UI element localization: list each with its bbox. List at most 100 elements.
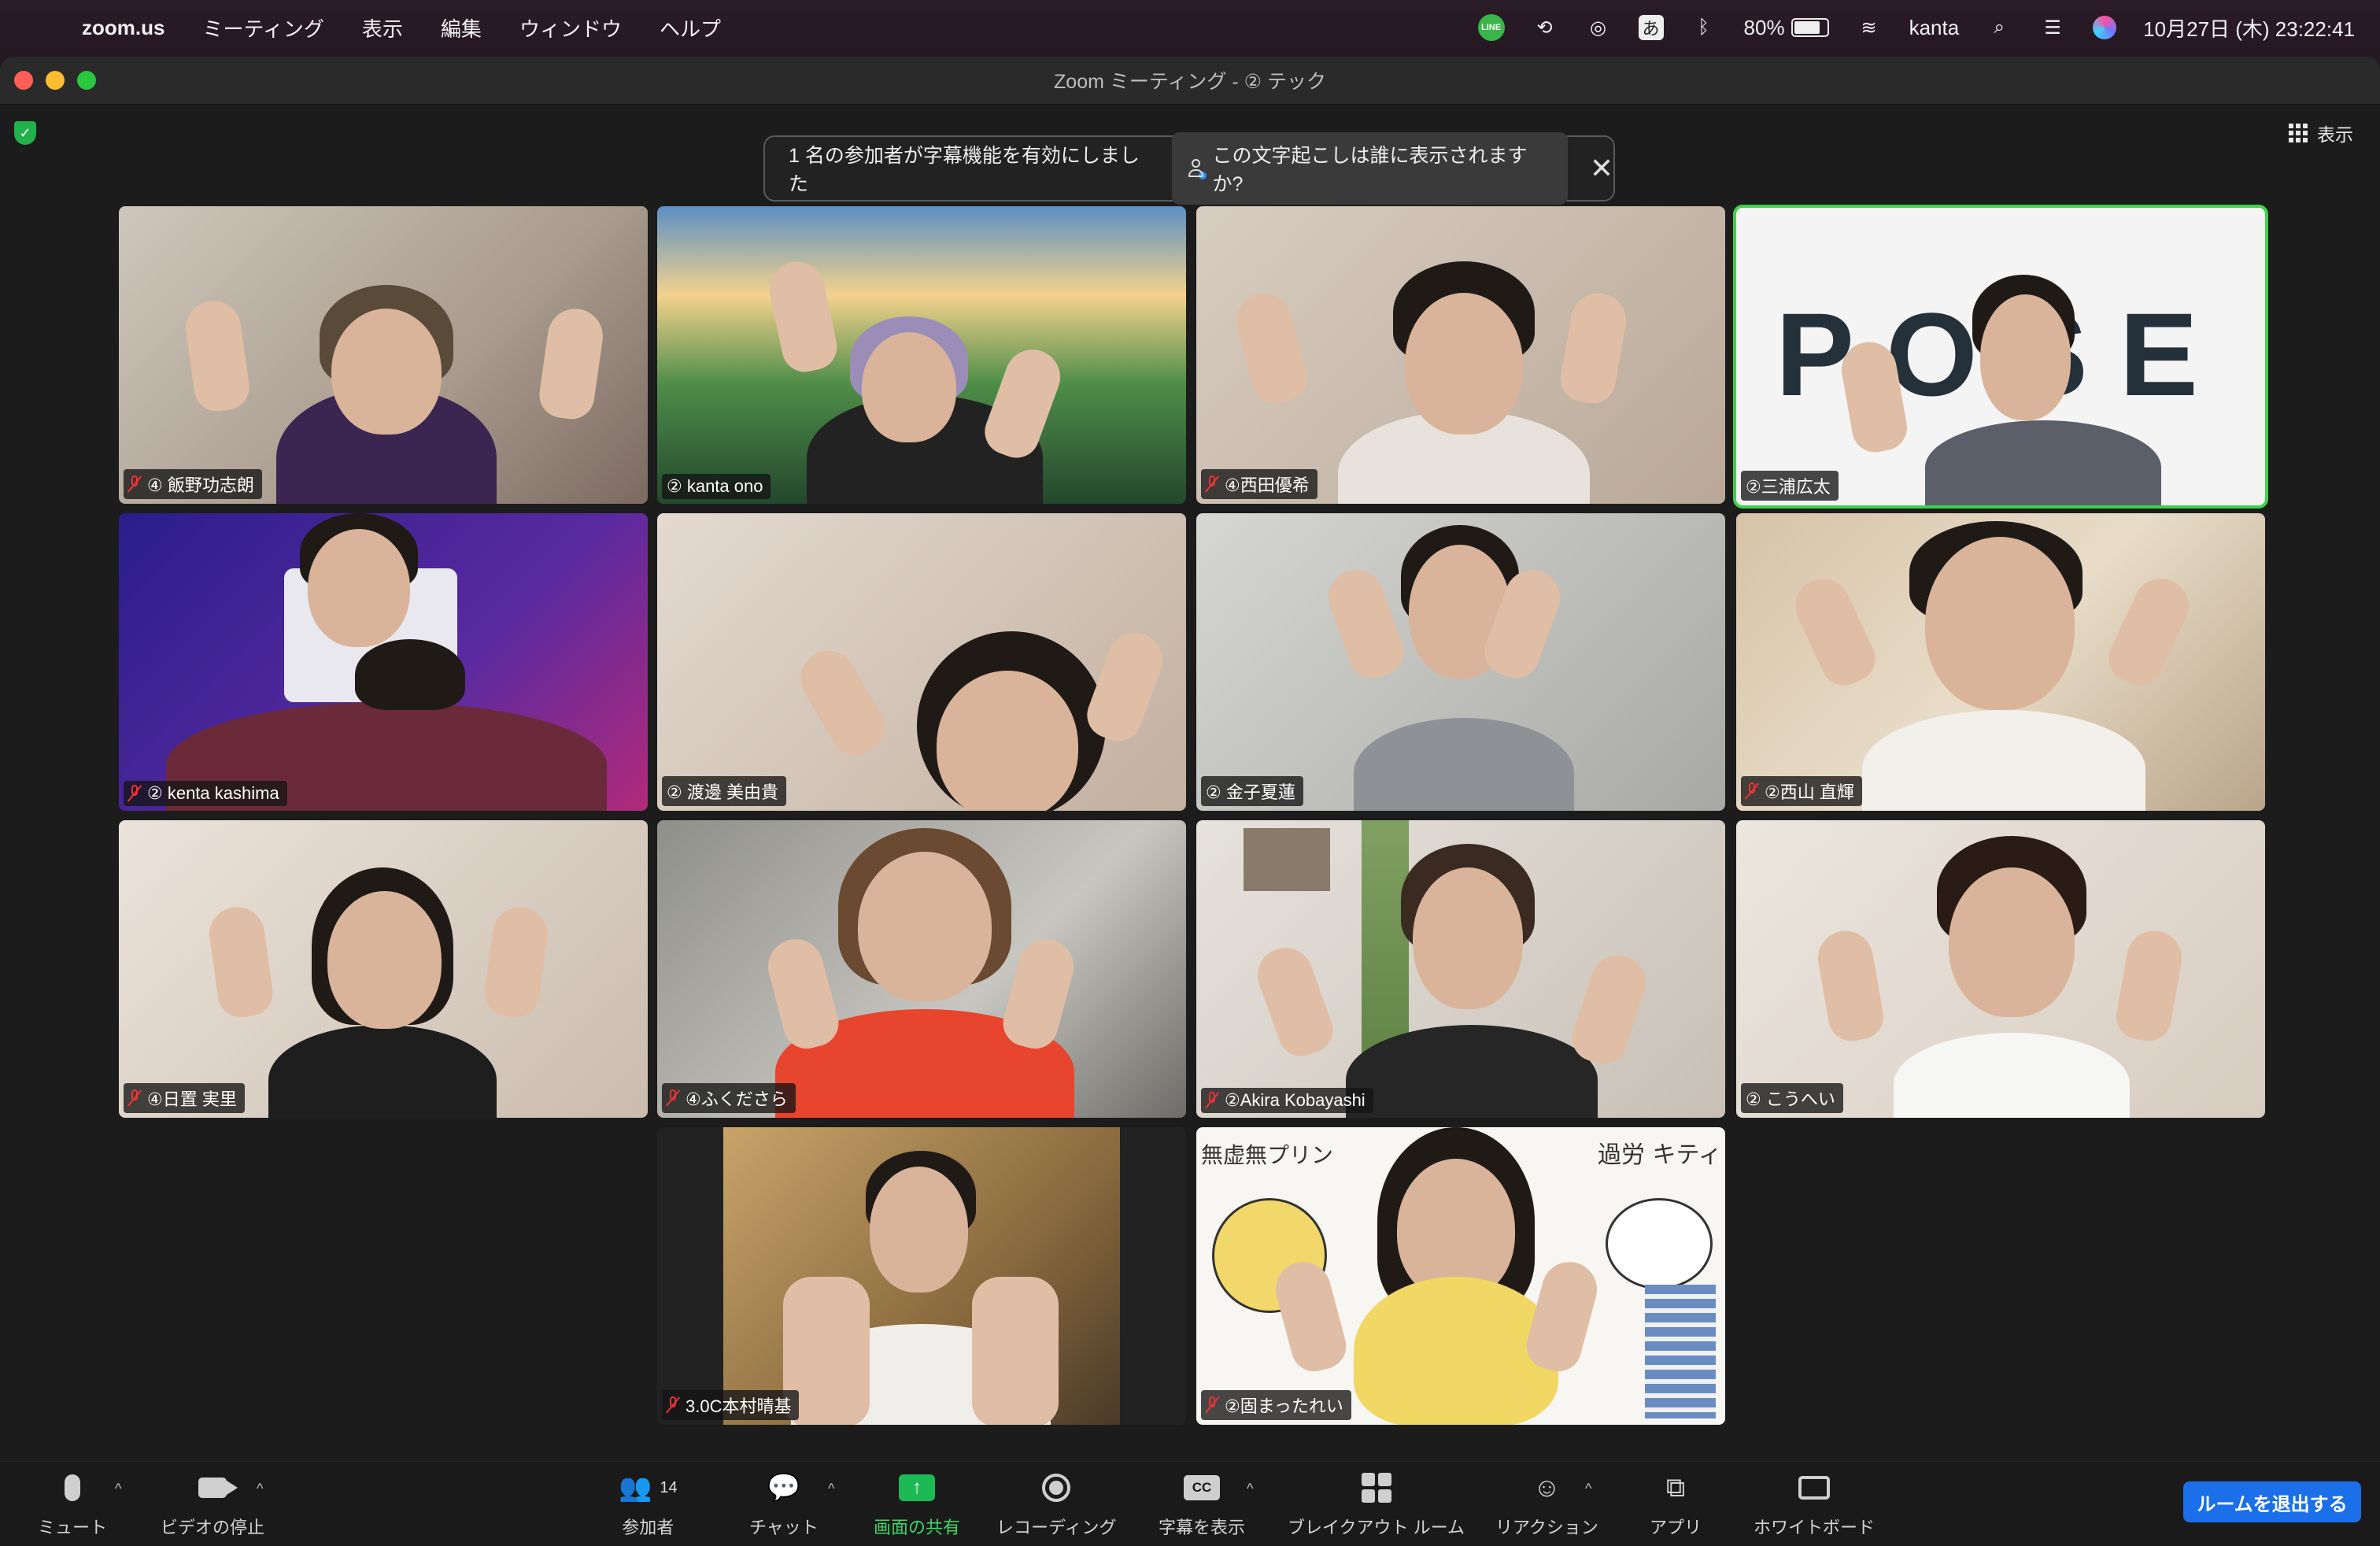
- share-screen-icon: ↑: [899, 1474, 935, 1501]
- record-label: レコーディング: [996, 1518, 1117, 1537]
- bluetooth-icon[interactable]: ᛒ: [1691, 14, 1717, 41]
- participant-name: ② こうへい: [1746, 1089, 1835, 1109]
- chat-button[interactable]: 💬 チャット: [749, 1470, 819, 1539]
- menu-edit[interactable]: 編集: [441, 13, 482, 43]
- menubar-clock[interactable]: 10月27日 (木) 23:22:41: [2143, 13, 2355, 43]
- mic-muted-icon: [667, 1089, 679, 1107]
- transcript-visibility-button[interactable]: この文字起こしは誰に表示されますか?: [1171, 132, 1568, 205]
- video-camera-icon: [198, 1478, 238, 1498]
- participant-name: ② kanta ono: [667, 476, 763, 496]
- close-window-icon[interactable]: [14, 71, 33, 90]
- video-tile-active-speaker[interactable]: POSE ②三浦広太: [1736, 208, 2265, 505]
- participant-name-tag: ④西田優希: [1201, 469, 1318, 499]
- doodle-text: 過労 キティ: [1598, 1141, 1722, 1169]
- breakout-rooms-label: ブレイクアウト ルーム: [1288, 1518, 1465, 1537]
- mic-muted-icon: [1206, 1396, 1218, 1414]
- participants-button[interactable]: 👥 14 参加者: [619, 1470, 678, 1539]
- leave-meeting-button[interactable]: ルームを退出する: [2183, 1481, 2361, 1522]
- menubar-user[interactable]: kanta: [1909, 16, 1960, 40]
- video-tile[interactable]: 無虚無プリン 過労 キティ ②固まったれい: [1196, 1127, 1725, 1425]
- mic-muted-icon: [1746, 782, 1758, 800]
- menu-window[interactable]: ウィンドウ: [519, 13, 622, 43]
- video-tile[interactable]: 3.0C本村晴基: [657, 1127, 1186, 1425]
- video-tile[interactable]: ④日置 実里: [119, 820, 648, 1118]
- minimize-window-icon[interactable]: [46, 71, 65, 90]
- participant-name-tag: 3.0C本村晴基: [662, 1390, 800, 1420]
- video-tile[interactable]: ④ 飯野功志朗: [119, 206, 648, 504]
- battery-status[interactable]: 80%: [1744, 16, 1829, 40]
- share-screen-button[interactable]: ↑ 画面の共有: [874, 1470, 960, 1539]
- participant-name: ②Akira Kobayashi: [1225, 1090, 1366, 1110]
- participant-name-tag: ②西山 直輝: [1741, 776, 1862, 806]
- zoom-window: Zoom ミーティング - ② テック ✓ 表示 1 名の参加者が字幕機能を有効…: [0, 57, 2380, 1546]
- search-icon[interactable]: ⌕: [1986, 14, 2012, 41]
- security-shield-icon[interactable]: ✓: [14, 121, 36, 145]
- breakout-rooms-button[interactable]: ブレイクアウト ルーム: [1288, 1470, 1465, 1539]
- video-tile[interactable]: ② kanta ono: [657, 206, 1186, 504]
- closed-captions-icon: CC: [1184, 1475, 1220, 1500]
- record-button[interactable]: レコーディング: [996, 1470, 1116, 1539]
- reactions-options-chevron-icon[interactable]: ^: [1585, 1481, 1591, 1497]
- window-titlebar: Zoom ミーティング - ② テック: [0, 57, 2380, 105]
- line-app-icon[interactable]: LINE: [1477, 14, 1505, 41]
- apps-button[interactable]: ⧉ アプリ: [1650, 1470, 1702, 1539]
- audio-options-chevron-icon[interactable]: ^: [115, 1481, 121, 1497]
- participant-name-tag: ② kanta ono: [662, 474, 771, 499]
- apple-icon[interactable]: [31, 14, 58, 41]
- zoom-window-icon[interactable]: [77, 71, 96, 90]
- input-method-icon[interactable]: あ: [1638, 15, 1664, 40]
- video-tile[interactable]: ②西山 直輝: [1736, 513, 2265, 811]
- show-captions-button[interactable]: CC 字幕を表示: [1159, 1470, 1245, 1539]
- video-options-chevron-icon[interactable]: ^: [257, 1481, 263, 1497]
- whiteboard-button[interactable]: ホワイトボード: [1754, 1470, 1875, 1539]
- video-tile[interactable]: ② 金子夏蓮: [1196, 513, 1725, 811]
- video-tile[interactable]: ②Akira Kobayashi: [1196, 820, 1725, 1118]
- reactions-label: リアクション: [1495, 1518, 1598, 1537]
- mac-menubar: zoom.us ミーティング 表示 編集 ウィンドウ ヘルプ LINE ⟲ ◎ …: [0, 0, 2380, 55]
- battery-icon: [1791, 18, 1829, 37]
- participant-name: ②三浦広太: [1746, 477, 1831, 497]
- airdrop-icon[interactable]: ◎: [1585, 14, 1612, 41]
- participant-name-tag: ②固まったれい: [1201, 1390, 1351, 1420]
- menu-meeting[interactable]: ミーティング: [202, 13, 323, 43]
- smiley-icon: ☺: [1533, 1472, 1561, 1503]
- participant-name-tag: ② 金子夏蓮: [1201, 776, 1303, 806]
- breakout-rooms-icon: [1361, 1473, 1391, 1503]
- captions-options-chevron-icon[interactable]: ^: [1247, 1481, 1253, 1497]
- record-icon: [1042, 1474, 1071, 1502]
- show-captions-label: 字幕を表示: [1159, 1518, 1246, 1537]
- chat-options-chevron-icon[interactable]: ^: [828, 1481, 834, 1497]
- participants-count: 14: [660, 1478, 678, 1496]
- video-tile[interactable]: ② kenta kashima: [119, 513, 648, 811]
- mic-muted-icon: [667, 1396, 679, 1414]
- time-machine-icon[interactable]: ⟲: [1532, 14, 1558, 41]
- mic-muted-icon: [128, 1089, 141, 1107]
- participant-name: ④西田優希: [1225, 475, 1310, 495]
- video-tile[interactable]: ② 渡邊 美由貴: [657, 513, 1186, 811]
- mute-label: ミュート: [38, 1518, 108, 1537]
- menu-help[interactable]: ヘルプ: [660, 13, 721, 43]
- video-tile[interactable]: ② こうへい: [1736, 820, 2265, 1118]
- participant-name-tag: ④ふくださら: [662, 1083, 796, 1113]
- video-tile[interactable]: ④西田優希: [1196, 206, 1725, 504]
- menu-view[interactable]: 表示: [362, 13, 403, 43]
- participant-name-tag: ④ 飯野功志朗: [124, 469, 262, 499]
- close-icon[interactable]: ✕: [1590, 154, 1613, 183]
- reactions-button[interactable]: ☺ リアクション: [1495, 1470, 1598, 1539]
- app-menu[interactable]: zoom.us: [82, 16, 164, 40]
- whiteboard-label: ホワイトボード: [1754, 1518, 1876, 1537]
- view-button[interactable]: 表示: [2289, 120, 2353, 146]
- stop-video-button[interactable]: ビデオの停止: [161, 1470, 264, 1539]
- microphone-icon: [65, 1474, 80, 1501]
- participant-name-tag: ② こうへい: [1741, 1083, 1843, 1113]
- participant-name: ④ 飯野功志朗: [147, 475, 254, 495]
- mute-button[interactable]: ミュート: [38, 1470, 107, 1539]
- participant-name: ② 金子夏蓮: [1206, 782, 1295, 802]
- participant-name: ④日置 実里: [147, 1089, 237, 1109]
- whiteboard-icon: [1798, 1476, 1830, 1500]
- video-tile[interactable]: ④ふくださら: [657, 820, 1186, 1118]
- captions-notification-banner: 1 名の参加者が字幕機能を有効にしました この文字起こしは誰に表示されますか? …: [763, 132, 1615, 205]
- control-center-icon[interactable]: ☰: [2039, 14, 2066, 41]
- wifi-icon[interactable]: ≋: [1856, 14, 1883, 41]
- siri-icon[interactable]: [2093, 16, 2117, 39]
